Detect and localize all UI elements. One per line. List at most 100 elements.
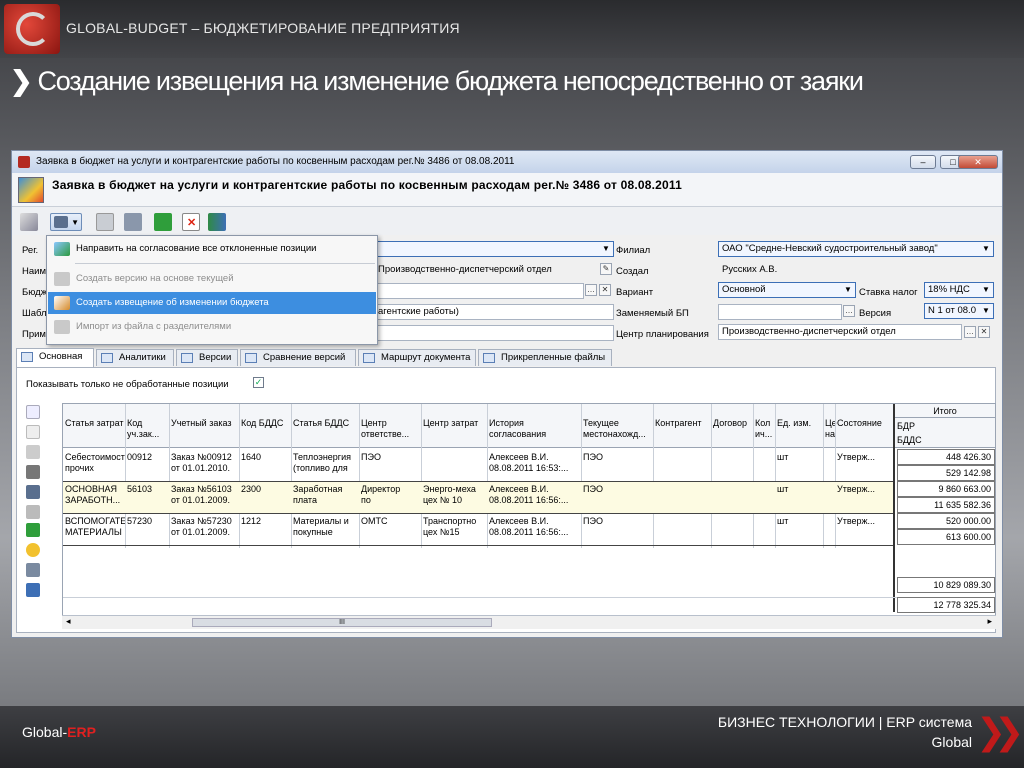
edit-icon[interactable] bbox=[20, 213, 38, 231]
table-cell[interactable]: Заработная плата bbox=[293, 484, 359, 506]
table-cell[interactable]: ПЭО bbox=[583, 516, 653, 527]
column-header[interactable]: Код БДДС bbox=[241, 418, 291, 429]
copy-icon[interactable] bbox=[26, 425, 40, 439]
version-select[interactable]: N 1 от 08.0 ▼ bbox=[924, 303, 994, 319]
menu-item-send-approval[interactable]: Направить на согласование все отклоненны… bbox=[48, 238, 376, 260]
filial-select[interactable]: ОАО "Средне-Невский судостроительный зав… bbox=[718, 241, 994, 257]
column-header[interactable]: Договор bbox=[713, 418, 753, 429]
table-cell[interactable]: ПЭО bbox=[583, 484, 653, 495]
scroll-thumb[interactable]: III bbox=[192, 618, 492, 627]
filter-checkbox[interactable]: ✓ bbox=[253, 377, 264, 388]
ellipsis-button[interactable]: … bbox=[585, 284, 597, 296]
budget-field[interactable] bbox=[374, 283, 584, 299]
column-header[interactable]: Статья затрат bbox=[65, 418, 125, 429]
tab-main[interactable]: Основная bbox=[16, 348, 94, 367]
table-cell[interactable]: Алексеев В.И. 08.08.2011 16:56:... bbox=[489, 516, 581, 538]
tab-compare[interactable]: Сравнение версий bbox=[240, 349, 356, 366]
tab-versions[interactable]: Версии bbox=[176, 349, 238, 366]
table-cell[interactable]: Заказ №00912 от 01.01.2010. bbox=[171, 452, 239, 474]
template-field[interactable]: агентские работы) bbox=[374, 304, 614, 320]
menu-item-create-notice[interactable]: Создать извещение об изменении бюджета bbox=[48, 292, 376, 314]
column-header[interactable]: Центр затрат bbox=[423, 418, 487, 429]
menu-item-import[interactable]: Импорт из файла с разделителями bbox=[48, 316, 376, 338]
edit-pencil-icon[interactable]: ✎ bbox=[600, 263, 612, 275]
horizontal-scrollbar[interactable]: ◂ III ▸ bbox=[62, 615, 996, 629]
column-header[interactable]: История согласования bbox=[489, 418, 581, 440]
scroll-right-icon[interactable]: ▸ bbox=[987, 616, 992, 627]
clear-button[interactable]: ✕ bbox=[978, 326, 990, 338]
table-cell[interactable]: 1640 bbox=[241, 452, 291, 463]
save-icon[interactable] bbox=[124, 213, 142, 231]
reg-field[interactable]: ▼ bbox=[374, 241, 614, 257]
table-cell[interactable]: ПЭО bbox=[583, 452, 653, 463]
tab-analytics[interactable]: Аналитики bbox=[96, 349, 174, 366]
tab-files[interactable]: Прикрепленные файлы bbox=[478, 349, 612, 366]
table-cell[interactable]: Материалы и покупные bbox=[293, 516, 359, 538]
division-field[interactable]: Производственно-диспетчерский отдел bbox=[374, 262, 598, 278]
note-field[interactable] bbox=[374, 325, 614, 341]
column-header[interactable]: Текущее местонахожд... bbox=[583, 418, 653, 440]
column-header[interactable]: Контрагент bbox=[655, 418, 711, 429]
edit-icon[interactable] bbox=[26, 583, 40, 597]
table-cell[interactable]: 56103 bbox=[127, 484, 169, 495]
column-header[interactable]: Центр ответстве... bbox=[361, 418, 421, 440]
table-cell[interactable]: Алексеев В.И. 08.08.2011 16:56:... bbox=[489, 484, 581, 506]
table-cell[interactable]: 1212 bbox=[241, 516, 291, 527]
close-doc-icon[interactable]: ✕ bbox=[182, 213, 200, 231]
table-cell[interactable]: Утверж... bbox=[837, 516, 893, 527]
close-button[interactable]: ✕ bbox=[958, 155, 998, 169]
table-cell[interactable]: Транспортно цех №15 bbox=[423, 516, 487, 538]
column-header[interactable]: Статья БДДС bbox=[293, 418, 359, 429]
table-cell[interactable]: Энерго-меха цех № 10 bbox=[423, 484, 487, 506]
column-header[interactable]: Код уч.зак... bbox=[127, 418, 169, 440]
replaced-field[interactable] bbox=[718, 304, 842, 320]
table-cell[interactable]: Алексеев В.И. 08.08.2011 16:53:... bbox=[489, 452, 581, 474]
table-cell[interactable]: Заказ №57230 от 01.01.2009. bbox=[171, 516, 239, 538]
table-cell[interactable]: 00912 bbox=[127, 452, 169, 463]
table-cell[interactable]: Заказ №56103 от 01.01.2009. bbox=[171, 484, 239, 506]
new-doc-icon[interactable] bbox=[26, 405, 40, 419]
center-field[interactable]: Производственно-диспетчерский отдел bbox=[718, 324, 962, 340]
split-button[interactable]: ▼ bbox=[50, 213, 82, 231]
ellipsis-button[interactable]: … bbox=[964, 326, 976, 338]
table-cell[interactable]: Директор по bbox=[361, 484, 421, 506]
ellipsis-button[interactable]: … bbox=[843, 305, 855, 317]
clear-button[interactable]: ✕ bbox=[599, 284, 611, 296]
table-cell[interactable]: Себестоимост прочих bbox=[65, 452, 125, 474]
label-variant: Вариант bbox=[616, 287, 654, 298]
trash-icon[interactable] bbox=[26, 465, 40, 479]
column-header[interactable]: Состояние bbox=[837, 418, 893, 429]
tab-route[interactable]: Маршрут документа bbox=[358, 349, 476, 366]
document-header: Заявка в бюджет на услуги и контрагентск… bbox=[12, 173, 1002, 207]
table-cell[interactable]: шт bbox=[777, 516, 823, 527]
grand-total-bdds: 12 778 325.34 bbox=[897, 597, 995, 613]
exit-icon[interactable] bbox=[208, 213, 226, 231]
table-cell[interactable]: ОСНОВНАЯ ЗАРАБОТН... bbox=[65, 484, 125, 506]
table-cell[interactable]: шт bbox=[777, 484, 823, 495]
column-header[interactable]: Учетный заказ bbox=[171, 418, 239, 429]
table-cell[interactable]: ПЭО bbox=[361, 452, 421, 463]
table-cell[interactable]: ОМТС bbox=[361, 516, 421, 527]
eraser-icon[interactable] bbox=[26, 563, 40, 577]
scroll-left-icon[interactable]: ◂ bbox=[66, 616, 71, 627]
table-cell[interactable]: 57230 bbox=[127, 516, 169, 527]
table-cell[interactable]: шт bbox=[777, 452, 823, 463]
lock-icon[interactable] bbox=[26, 543, 40, 557]
table-cell[interactable]: 2300 bbox=[241, 484, 291, 495]
table-cell[interactable]: Утверж... bbox=[837, 452, 893, 463]
search-icon[interactable] bbox=[26, 445, 40, 459]
delete-icon[interactable] bbox=[96, 213, 114, 231]
column-header[interactable]: Ед. изм. bbox=[777, 418, 823, 429]
minimize-button[interactable]: – bbox=[910, 155, 936, 169]
vat-select[interactable]: 18% НДС ▼ bbox=[924, 282, 994, 298]
table-cell[interactable]: Утверж... bbox=[837, 484, 893, 495]
column-header[interactable]: Кол ич... bbox=[755, 418, 775, 440]
table-cell[interactable]: ВСПОМОГАТЕ МАТЕРИАЛЫ bbox=[65, 516, 125, 538]
split-icon[interactable] bbox=[26, 485, 40, 499]
refresh-icon[interactable] bbox=[154, 213, 172, 231]
cancel-icon[interactable] bbox=[26, 505, 40, 519]
menu-item-create-version[interactable]: Создать версию на основе текущей bbox=[48, 268, 376, 290]
table-cell[interactable]: Теплоэнергия (топливо для bbox=[293, 452, 359, 474]
variant-select[interactable]: Основной ▼ bbox=[718, 282, 856, 298]
refresh-icon[interactable] bbox=[26, 523, 40, 537]
